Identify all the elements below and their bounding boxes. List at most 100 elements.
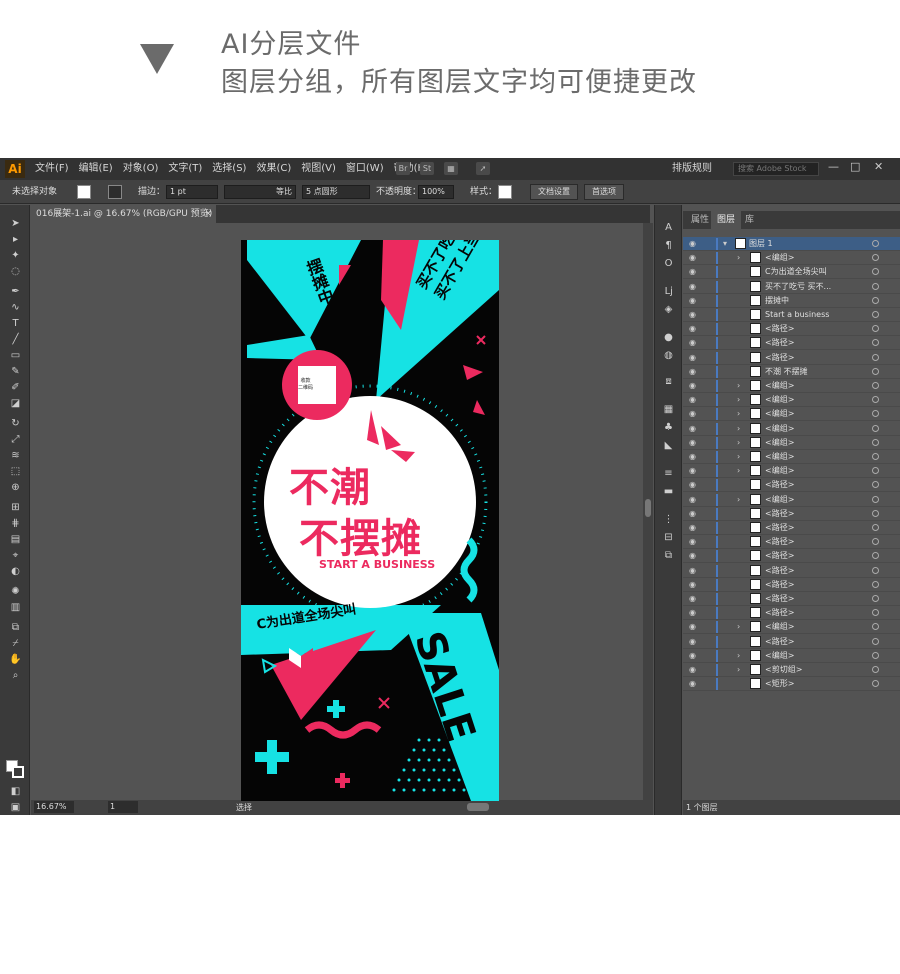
target-circle-icon[interactable]: [872, 623, 879, 631]
style-swatch[interactable]: [498, 185, 512, 199]
visibility-eye-icon[interactable]: ◉: [689, 379, 696, 393]
layer-row[interactable]: ◉ <路径>: [683, 564, 900, 578]
stroke-weight-input[interactable]: 1 pt: [166, 185, 218, 199]
layer-row[interactable]: ◉ › <编组>: [683, 422, 900, 436]
visibility-eye-icon[interactable]: ◉: [689, 663, 696, 677]
paragraph-panel-icon[interactable]: ¶: [662, 239, 675, 252]
target-circle-icon[interactable]: [872, 595, 879, 602]
tab-libraries[interactable]: 库: [739, 211, 760, 229]
rotate-tool-icon[interactable]: ↻: [9, 417, 22, 430]
layer-row[interactable]: ◉ › <编组>: [683, 436, 900, 450]
menu-view[interactable]: 视图(V): [301, 158, 336, 180]
visibility-eye-icon[interactable]: ◉: [689, 322, 696, 336]
target-circle-icon[interactable]: [872, 240, 879, 247]
layer-row[interactable]: ◉ › <编组>: [683, 450, 900, 464]
visibility-eye-icon[interactable]: ◉: [689, 450, 696, 464]
brush-select[interactable]: 5 点圆形: [302, 185, 370, 199]
layer-row[interactable]: ◉ › <编组>: [683, 407, 900, 422]
visibility-eye-icon[interactable]: ◉: [689, 464, 696, 478]
visibility-eye-icon[interactable]: ◉: [689, 308, 696, 322]
scale-tool-icon[interactable]: ⤢: [9, 433, 22, 446]
expand-arrow-icon[interactable]: ›: [737, 379, 740, 393]
layer-row[interactable]: ◉ <路径>: [683, 336, 900, 351]
layer-row[interactable]: ◉ <路径>: [683, 507, 900, 521]
appearance-panel-icon[interactable]: ●: [662, 331, 675, 344]
artboard-tool-icon[interactable]: ⧉: [9, 621, 22, 634]
tab-layers[interactable]: 图层: [711, 211, 742, 229]
rectangle-tool-icon[interactable]: ▭: [9, 349, 22, 362]
menu-file[interactable]: 文件(F): [35, 158, 69, 180]
layer-row[interactable]: ◉ <路径>: [683, 521, 900, 535]
layer-row[interactable]: ◉ C为出道全场尖叫: [683, 265, 900, 280]
layer-row[interactable]: ◉ 买不了吃亏 买不...: [683, 280, 900, 294]
target-circle-icon[interactable]: [872, 580, 879, 588]
layer-row[interactable]: ◉ <路径>: [683, 578, 900, 592]
document-tab[interactable]: 016展架-1.ai @ 16.67% (RGB/GPU 预览) ×: [30, 205, 216, 223]
expand-arrow-icon[interactable]: ›: [737, 422, 740, 436]
layer-row[interactable]: ◉ 摆摊中: [683, 294, 900, 308]
rocket-icon[interactable]: ➚: [476, 162, 490, 175]
warp-tool-icon[interactable]: ≋: [9, 449, 22, 462]
target-circle-icon[interactable]: [872, 609, 879, 617]
layer-row[interactable]: ◉ <路径>: [683, 549, 900, 564]
visibility-eye-icon[interactable]: ◉: [689, 294, 696, 308]
stroke-panel-icon[interactable]: ≡: [662, 467, 675, 480]
target-circle-icon[interactable]: [872, 538, 879, 546]
target-circle-icon[interactable]: [872, 311, 879, 318]
tab-close-icon[interactable]: ×: [204, 205, 212, 223]
target-circle-icon[interactable]: [872, 481, 879, 489]
visibility-eye-icon[interactable]: ◉: [689, 265, 696, 279]
target-circle-icon[interactable]: [872, 438, 879, 446]
layer-row[interactable]: ◉ <路径>: [683, 478, 900, 493]
glyphs-panel-icon[interactable]: ǈ: [662, 285, 675, 298]
target-circle-icon[interactable]: [872, 296, 879, 304]
target-circle-icon[interactable]: [872, 453, 879, 460]
fill-swatch[interactable]: [77, 185, 91, 199]
target-circle-icon[interactable]: [872, 396, 879, 404]
target-circle-icon[interactable]: [872, 467, 879, 475]
menu-select[interactable]: 选择(S): [212, 158, 246, 180]
screen-mode-icon[interactable]: ▣: [9, 801, 22, 814]
zoom-level-select[interactable]: 16.67%: [34, 801, 74, 813]
gradient-tool-icon[interactable]: ▤: [9, 533, 22, 546]
target-circle-icon[interactable]: [872, 651, 879, 659]
visibility-eye-icon[interactable]: ◉: [689, 507, 696, 521]
target-circle-icon[interactable]: [872, 637, 879, 645]
bridge-icon[interactable]: Br: [396, 162, 410, 175]
visibility-eye-icon[interactable]: ◉: [689, 649, 696, 663]
visibility-eye-icon[interactable]: ◉: [689, 478, 696, 492]
visibility-eye-icon[interactable]: ◉: [689, 251, 696, 265]
document-setup-button[interactable]: 文档设置: [530, 184, 578, 200]
line-tool-icon[interactable]: ╱: [9, 333, 22, 346]
symbols-panel-icon[interactable]: ♣: [662, 421, 675, 434]
transform-panel-icon[interactable]: ⊟: [662, 531, 675, 544]
visibility-eye-icon[interactable]: ◉: [689, 578, 696, 592]
target-circle-icon[interactable]: [872, 410, 879, 418]
layer-row[interactable]: ◉ › <编组>: [683, 493, 900, 507]
layer-row[interactable]: ◉ <路径>: [683, 635, 900, 649]
target-circle-icon[interactable]: [872, 424, 879, 432]
paintbrush-icon[interactable]: ✎: [9, 365, 22, 378]
align-panel-icon[interactable]: ⋮: [662, 513, 675, 526]
layer-row[interactable]: ◉ 不潮 不摆摊: [683, 365, 900, 379]
magic-wand-icon[interactable]: ✦: [9, 249, 22, 262]
opacity-input[interactable]: 100%: [418, 185, 454, 199]
mesh-tool-icon[interactable]: ⋕: [9, 517, 22, 530]
target-circle-icon[interactable]: [872, 325, 879, 333]
visibility-eye-icon[interactable]: ◉: [689, 620, 696, 634]
menu-window[interactable]: 窗口(W): [346, 158, 384, 180]
symbol-sprayer-icon[interactable]: ✺: [9, 585, 22, 598]
expand-arrow-icon[interactable]: ›: [737, 663, 740, 677]
gradient-panel-icon[interactable]: ▬: [662, 485, 675, 498]
expand-arrow-icon[interactable]: ›: [737, 649, 740, 663]
menu-type[interactable]: 文字(T): [168, 158, 202, 180]
eyedropper-icon[interactable]: ⌖: [9, 549, 22, 562]
target-circle-icon[interactable]: [872, 524, 879, 531]
blend-tool-icon[interactable]: ◐: [9, 565, 22, 578]
stroke-swatch[interactable]: [108, 185, 122, 199]
target-circle-icon[interactable]: [872, 509, 879, 517]
stock-icon[interactable]: St: [420, 162, 434, 175]
free-transform-icon[interactable]: ⬚: [9, 465, 22, 478]
zoom-tool-icon[interactable]: ⌕: [9, 669, 22, 682]
target-circle-icon[interactable]: [872, 382, 879, 389]
